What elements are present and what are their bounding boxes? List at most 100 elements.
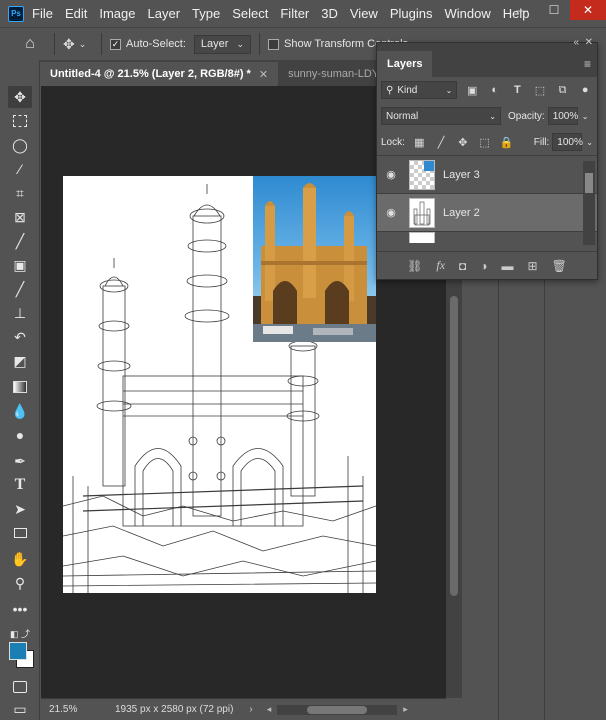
layer-thumbnail xyxy=(409,232,435,243)
menu-type[interactable]: Type xyxy=(192,6,220,21)
horizontal-scroll-left-icon[interactable]: ◂ xyxy=(267,704,272,715)
auto-select-target-dropdown[interactable]: Layer ⌄ xyxy=(193,34,251,54)
brush-tool-icon[interactable]: ╱ xyxy=(8,278,32,300)
document-canvas[interactable] xyxy=(63,176,376,593)
eraser-tool-icon[interactable]: ◩ xyxy=(8,350,32,372)
zoom-tool-icon[interactable]: ⚲ xyxy=(8,572,32,594)
eye-icon[interactable]: ◉ xyxy=(377,206,405,219)
layer-name[interactable]: Layer 2 xyxy=(443,207,480,219)
filter-pixel-icon[interactable]: ▣ xyxy=(464,82,480,98)
menu-plugins[interactable]: Plugins xyxy=(390,6,433,21)
path-selection-tool-icon[interactable]: ➤ xyxy=(8,498,32,520)
lock-label: Lock: xyxy=(381,136,405,148)
magic-wand-tool-icon[interactable]: ⁄ xyxy=(8,158,32,180)
menu-filter[interactable]: Filter xyxy=(280,6,309,21)
move-tool-preset-icon[interactable]: ✥ ⌄ xyxy=(63,36,93,53)
filter-type-icon[interactable]: T xyxy=(510,82,526,98)
chevron-down-icon[interactable]: ⌄ xyxy=(586,138,593,147)
status-menu-arrow-icon[interactable]: › xyxy=(249,704,252,715)
photoshop-logo-icon[interactable]: Ps xyxy=(8,5,24,22)
panel-menu-icon[interactable]: ≡ xyxy=(584,57,591,71)
gradient-tool-icon[interactable] xyxy=(8,376,32,398)
clone-stamp-tool-icon[interactable]: ⊥ xyxy=(8,302,32,324)
default-colors-icon[interactable]: ◧ ⤴ xyxy=(8,622,32,644)
layers-scrollbar[interactable] xyxy=(583,161,595,245)
quick-mask-icon[interactable] xyxy=(8,676,32,698)
fill-input[interactable]: 100% xyxy=(552,133,583,151)
lock-all-icon[interactable]: 🔒 xyxy=(499,134,514,150)
zoom-level[interactable]: 21.5% xyxy=(41,704,93,715)
layers-scrollbar-thumb[interactable] xyxy=(585,173,593,193)
move-tool-icon[interactable]: ✥ xyxy=(8,86,32,108)
lasso-tool-icon[interactable]: ◯ xyxy=(8,134,32,156)
chevron-down-icon: ⌄ xyxy=(445,85,453,95)
horizontal-scroll-right-icon[interactable]: ▸ xyxy=(403,704,408,715)
charminar-photo-layer[interactable] xyxy=(253,176,376,342)
new-layer-icon[interactable]: ⊞ xyxy=(528,259,538,273)
adjustment-icon[interactable]: ◑ xyxy=(480,259,487,273)
lock-artboard-icon[interactable]: ⬚ xyxy=(477,134,492,150)
fx-icon[interactable]: fx xyxy=(436,258,445,273)
filter-adjustment-icon[interactable]: ◐ xyxy=(487,82,503,98)
group-icon[interactable]: ▬ xyxy=(502,259,514,273)
history-brush-tool-icon[interactable]: ↶ xyxy=(8,326,32,348)
layer-name[interactable]: Layer 3 xyxy=(443,169,480,181)
trash-icon[interactable]: 🗑 xyxy=(552,259,567,273)
lock-image-pixels-icon[interactable]: ╱ xyxy=(434,134,449,150)
menu-image[interactable]: Image xyxy=(99,6,135,21)
minimize-button[interactable]: — xyxy=(506,0,538,20)
rectangular-marquee-tool-icon[interactable] xyxy=(8,110,32,132)
mask-icon[interactable]: ◘ xyxy=(459,259,466,273)
right-panel-area xyxy=(462,280,606,720)
menu-3d[interactable]: 3D xyxy=(321,6,338,21)
hand-tool-icon[interactable]: ✋ xyxy=(8,548,32,570)
maximize-button[interactable]: ☐ xyxy=(538,0,570,20)
filter-kind-dropdown[interactable]: ⚲ Kind ⌄ xyxy=(381,81,458,99)
crop-tool-icon[interactable]: ⌗ xyxy=(8,182,32,204)
layer-row-layer-2[interactable]: ◉ Layer 2 xyxy=(377,193,597,231)
scrollbar-thumb[interactable] xyxy=(450,296,458,596)
eye-icon[interactable]: ◉ xyxy=(377,168,405,181)
screen-mode-icon[interactable]: ▭ xyxy=(8,698,32,720)
menu-view[interactable]: View xyxy=(350,6,378,21)
eyedropper-tool-icon[interactable]: ╱ xyxy=(8,230,32,252)
menu-edit[interactable]: Edit xyxy=(65,6,87,21)
menu-select[interactable]: Select xyxy=(232,6,268,21)
filter-shape-icon[interactable]: ⬚ xyxy=(532,82,548,98)
type-tool-icon[interactable]: T xyxy=(8,474,32,496)
filter-smart-object-icon[interactable]: ⧉ xyxy=(555,82,571,98)
blend-mode-dropdown[interactable]: Normal ⌄ xyxy=(381,107,501,125)
horizontal-scrollbar[interactable] xyxy=(277,704,398,715)
frame-tool-icon[interactable]: ⊠ xyxy=(8,206,32,228)
menu-file[interactable]: File xyxy=(32,6,53,21)
auto-select-checkbox[interactable]: ✓ xyxy=(110,38,121,50)
blur-tool-icon[interactable]: 💧 xyxy=(8,400,32,422)
filter-toggle-icon[interactable]: ● xyxy=(577,82,593,98)
more-tools-icon[interactable]: ••• xyxy=(8,598,32,620)
menu-layer[interactable]: Layer xyxy=(148,6,181,21)
menu-window[interactable]: Window xyxy=(444,6,490,21)
home-icon[interactable]: ⌂ xyxy=(14,30,46,58)
chevron-down-icon[interactable]: ⌄ xyxy=(582,112,589,121)
tab-untitled-4[interactable]: Untitled-4 @ 21.5% (Layer 2, RGB/8#) * ✕ xyxy=(40,62,279,86)
panel-divider xyxy=(498,280,499,720)
layer-row-partial[interactable] xyxy=(377,231,597,243)
tab-label: sunny-suman-LDYbl xyxy=(288,68,388,80)
pen-tool-icon[interactable]: ✒ xyxy=(8,450,32,472)
spot-healing-tool-icon[interactable]: ▣ xyxy=(8,254,32,276)
opacity-input[interactable]: 100% xyxy=(547,107,578,125)
dodge-tool-icon[interactable]: ● xyxy=(8,424,32,446)
lock-position-icon[interactable]: ✥ xyxy=(455,134,470,150)
lock-transparent-pixels-icon[interactable]: ▦ xyxy=(412,134,427,150)
show-transform-controls-checkbox[interactable] xyxy=(268,38,279,50)
close-window-button[interactable]: ✕ xyxy=(570,0,606,20)
layer-row-layer-3[interactable]: ◉ Layer 3 xyxy=(377,155,597,193)
link-icon[interactable]: ⛓ xyxy=(407,259,422,273)
horizontal-scrollbar-thumb[interactable] xyxy=(307,705,368,714)
tab-layers[interactable]: Layers xyxy=(377,51,433,77)
foreground-color-swatch[interactable] xyxy=(9,642,27,660)
close-tab-icon[interactable]: ✕ xyxy=(259,68,268,81)
rectangle-tool-icon[interactable] xyxy=(8,522,32,544)
close-panel-icon[interactable]: ✕ xyxy=(585,37,593,48)
collapse-panel-icon[interactable]: « xyxy=(573,37,579,48)
